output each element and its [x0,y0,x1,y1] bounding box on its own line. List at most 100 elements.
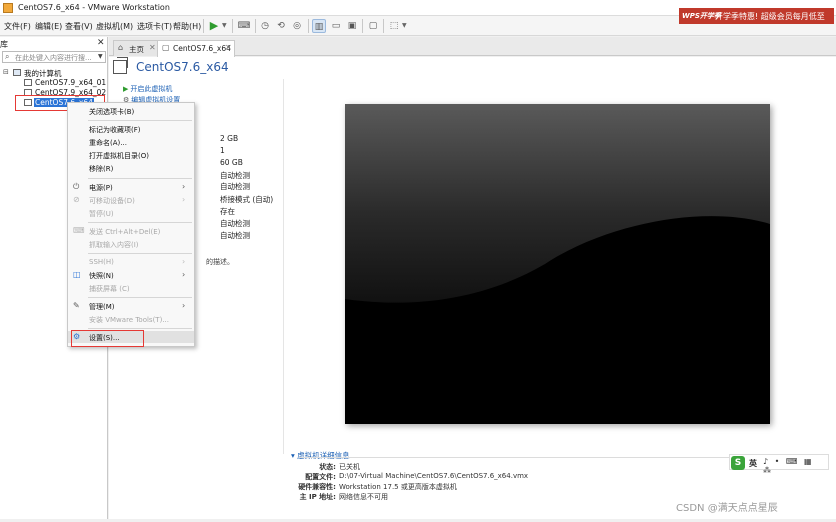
menu-edit[interactable]: 编辑(E) [35,21,62,32]
library-view-icon[interactable]: ▥ [312,19,326,33]
menu-separator [88,297,192,298]
menu-item-install-tools[interactable]: 安装 VMware Tools(T)... [68,313,194,325]
menu-item-ssh[interactable]: SSH(H) › [68,256,194,268]
menu-item-open-dir[interactable]: 打开虚拟机目录(O) [68,149,194,161]
menu-file[interactable]: 文件(F) [4,21,31,32]
close-icon[interactable]: ✕ [97,38,105,48]
context-menu: 关闭选项卡(B) 标记为收藏项(F) 重命名(A)... 打开虚拟机目录(O) … [67,102,195,347]
revert-snapshot-icon[interactable]: ⟲ [274,19,288,33]
hw-cpu-value: 1 [220,146,225,155]
chevron-right-icon: › [182,182,186,191]
menu-view[interactable]: 查看(V) [65,21,93,32]
hw-network-value: 桥接模式 (自动) [220,195,274,204]
power-on-icon[interactable]: ▶ [207,19,221,33]
menu-item-label: 发送 Ctrl+Alt+Del(E) [89,228,161,236]
menu-item-manage[interactable]: ✎ 管理(M) › [68,300,194,312]
close-icon[interactable]: ✕ [225,43,232,52]
tab-bar: ⌂ 主页 ✕ ▢ CentOS7.6_x64 ✕ [109,37,836,57]
hw-display-value: 自动检测 [220,231,250,240]
detail-label: 硬件兼容性: [298,483,336,491]
menu-item-pause[interactable]: 暂停(U) [68,207,194,219]
fullscreen-icon[interactable]: ▣ [345,19,359,33]
menu-item-power[interactable]: ⏻ 电源(P) › [68,181,194,193]
send-keys-icon[interactable]: ⌨ [237,19,251,33]
chevron-down-icon[interactable]: ▼ [222,22,227,29]
menu-item-snapshot[interactable]: ◫ 快照(N) › [68,269,194,281]
detail-value: 已关机 [339,463,360,471]
stretch-guest-icon[interactable]: ⬚ [387,19,401,33]
console-view-icon[interactable]: ▢ [366,19,380,33]
menu-item-label: 重命名(A)... [89,139,127,147]
power-on-link[interactable]: ▶ 开启此虚拟机 [123,84,172,94]
menu-separator [88,253,192,254]
vm-details-header[interactable]: ▾ 虚拟机详细信息 [291,450,350,461]
menu-item-label: 管理(M) [89,303,115,311]
divider [283,79,284,454]
menu-item-label: 抓取输入内容(I) [89,241,139,249]
detail-value: D:\07-Virtual Machine\CentOS7.6\CentOS7.… [339,472,529,480]
close-icon[interactable]: ✕ [149,43,156,52]
collapse-icon[interactable]: ⊟ [3,68,9,76]
chevron-right-icon: › [182,301,186,310]
menu-item-label: SSH(H) [89,258,114,266]
window-title: CentOS7.6_x64 - VMware Workstation [18,3,170,12]
detail-label: 配置文件: [305,473,336,481]
chevron-right-icon: › [182,195,186,204]
menu-item-favorite[interactable]: 标记为收藏项(F) [68,123,194,135]
menu-tabs[interactable]: 选项卡(T) [137,21,172,32]
menu-item-capture-screen[interactable]: 捕获屏幕 (C) [68,282,194,294]
tab-label: CentOS7.6_x64 [173,44,231,53]
menu-item-label: 快照(N) [89,272,114,280]
tree-item-my-computer[interactable]: ⊟ 我的计算机 [3,68,103,78]
power-on-label: 开启此虚拟机 [130,85,173,93]
chevron-down-icon[interactable]: ▼ [402,22,407,29]
tab-home[interactable]: ⌂ 主页 ✕ [113,40,158,56]
menu-item-close-tab[interactable]: 关闭选项卡(B) [68,105,194,117]
library-search-input[interactable]: ⌕ 在此处键入内容进行搜... ▼ [2,51,106,63]
menu-help[interactable]: 帮助(H) [173,21,201,32]
ime-toolbar[interactable]: S 英 ♪ • ⌨ ▦ ⁂ [729,454,829,475]
snapshot-manager-icon[interactable]: ◎ [290,19,304,33]
menu-vm[interactable]: 虚拟机(M) [96,21,133,32]
toolbar-separator [383,19,384,33]
ime-tool-icons[interactable]: ♪ • ⌨ ▦ ⁂ [763,457,828,475]
toolbar-separator [255,19,256,33]
menu-item-label: 捕获屏幕 (C) [89,285,130,293]
hw-cdrom2-value: 自动检测 [220,182,250,191]
library-title: 库 [0,40,8,49]
vm-details-title: 虚拟机详细信息 [297,451,350,460]
chevron-right-icon: › [182,270,186,279]
menu-item-rename[interactable]: 重命名(A)... [68,136,194,148]
menu-item-removable-devices[interactable]: ⊘ 可移动设备(D) › [68,194,194,206]
preview-graphic [345,104,770,424]
ad-text: 开学季特惠! 超级会员每月低至 [715,12,825,21]
snapshot-icon[interactable]: ◷ [258,19,272,33]
tab-label: 主页 [129,45,144,54]
tree-item-vm[interactable]: CentOS7.9_x64_01 [22,78,106,88]
home-icon: ⌂ [118,43,124,52]
snapshot-icon: ◫ [73,270,81,279]
toolbar-separator [232,19,233,33]
vm-preview-screen[interactable] [345,104,770,424]
menu-item-grab-input[interactable]: 抓取输入内容(I) [68,238,194,250]
description-text[interactable]: 的描述。 [206,257,234,267]
toolbar-separator [362,19,363,33]
chevron-right-icon: › [182,257,186,266]
chevron-down-icon[interactable]: ▼ [98,53,103,60]
vm-icon [24,79,32,86]
ime-language[interactable]: 英 [749,458,757,469]
computer-icon [13,69,21,76]
menu-separator [88,120,192,121]
keyboard-icon: ⌨ [73,226,85,235]
tab-vm[interactable]: ▢ CentOS7.6_x64 ✕ [157,40,235,57]
menu-item-remove[interactable]: 移除(R) [68,162,194,174]
ad-banner[interactable]: WPS开学季 开学季特惠! 超级会员每月低至 [679,8,834,24]
menu-separator [88,178,192,179]
menu-item-send-cad[interactable]: ⌨ 发送 Ctrl+Alt+Del(E) [68,225,194,237]
search-icon: ⌕ [5,52,10,61]
toolbar-separator [308,19,309,33]
hw-memory-value: 2 GB [220,134,239,143]
thumbnail-view-icon[interactable]: ▭ [329,19,343,33]
menu-item-label: 打开虚拟机目录(O) [89,152,149,160]
vm-icon [113,57,128,74]
